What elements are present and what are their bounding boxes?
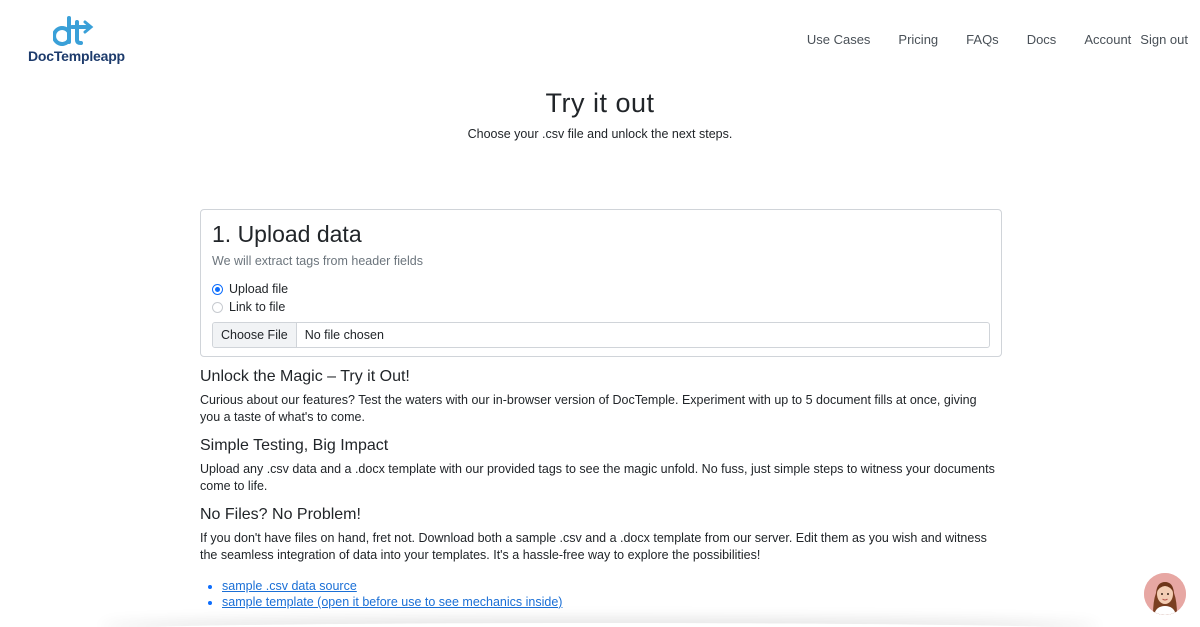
source-options: Upload file Link to file — [212, 280, 990, 316]
brand-name: DocTempleapp — [28, 48, 125, 64]
section-body: Curious about our features? Test the wat… — [200, 393, 977, 424]
option-link-to-file-label: Link to file — [229, 300, 286, 314]
bottom-panel-edge — [100, 623, 1100, 627]
sample-template-link[interactable]: sample template (open it before use to s… — [222, 595, 562, 609]
option-upload-file[interactable]: Upload file — [212, 280, 990, 298]
section-body: If you don't have files on hand, fret no… — [200, 531, 987, 562]
nav-faqs[interactable]: FAQs — [966, 32, 999, 47]
sample-links: sample .csv data source sample template … — [200, 578, 1000, 610]
section-simple-testing: Simple Testing, Big Impact Upload any .c… — [200, 436, 1000, 495]
file-input[interactable]: Choose File No file chosen — [212, 322, 990, 348]
section-title: Unlock the Magic – Try it Out! — [200, 368, 410, 385]
sample-csv-link[interactable]: sample .csv data source — [222, 579, 357, 593]
nav-use-cases[interactable]: Use Cases — [807, 32, 871, 47]
nav-sign-out[interactable]: Sign out — [1140, 32, 1188, 47]
info-content: Unlock the Magic – Try it Out! Curious a… — [200, 367, 1000, 610]
upload-card-title: 1. Upload data — [212, 221, 362, 247]
top-nav: Use Cases Pricing FAQs Docs Account Sign… — [807, 32, 1188, 47]
list-item: sample template (open it before use to s… — [222, 594, 1000, 610]
file-status: No file chosen — [304, 328, 384, 342]
option-upload-file-label: Upload file — [229, 282, 289, 296]
support-chat-avatar[interactable] — [1144, 573, 1186, 615]
section-unlock-magic: Unlock the Magic – Try it Out! Curious a… — [200, 367, 1000, 426]
section-no-files: No Files? No Problem! If you don't have … — [200, 505, 1000, 564]
nav-docs[interactable]: Docs — [1027, 32, 1057, 47]
page-title: Try it out — [545, 88, 655, 118]
support-agent-avatar-icon — [1144, 573, 1186, 615]
page-subtitle: Choose your .csv file and unlock the nex… — [467, 127, 733, 141]
option-link-to-file[interactable]: Link to file — [212, 298, 990, 316]
section-title: Simple Testing, Big Impact — [200, 437, 389, 454]
upload-card-subtitle: We will extract tags from header fields — [212, 254, 423, 268]
section-title: No Files? No Problem! — [200, 506, 361, 523]
radio-link-to-file[interactable] — [212, 301, 223, 313]
choose-file-button[interactable]: Choose File — [213, 323, 297, 347]
nav-account[interactable]: Account — [1084, 32, 1131, 47]
radio-upload-file[interactable] — [212, 283, 223, 295]
list-item: sample .csv data source — [222, 578, 1000, 594]
brand-logo[interactable]: DocTempleapp — [28, 12, 125, 68]
upload-data-card: 1. Upload data We will extract tags from… — [200, 209, 1002, 357]
logo-mark-icon — [53, 16, 94, 46]
section-body: Upload any .csv data and a .docx templat… — [200, 462, 995, 493]
nav-pricing[interactable]: Pricing — [898, 32, 938, 47]
